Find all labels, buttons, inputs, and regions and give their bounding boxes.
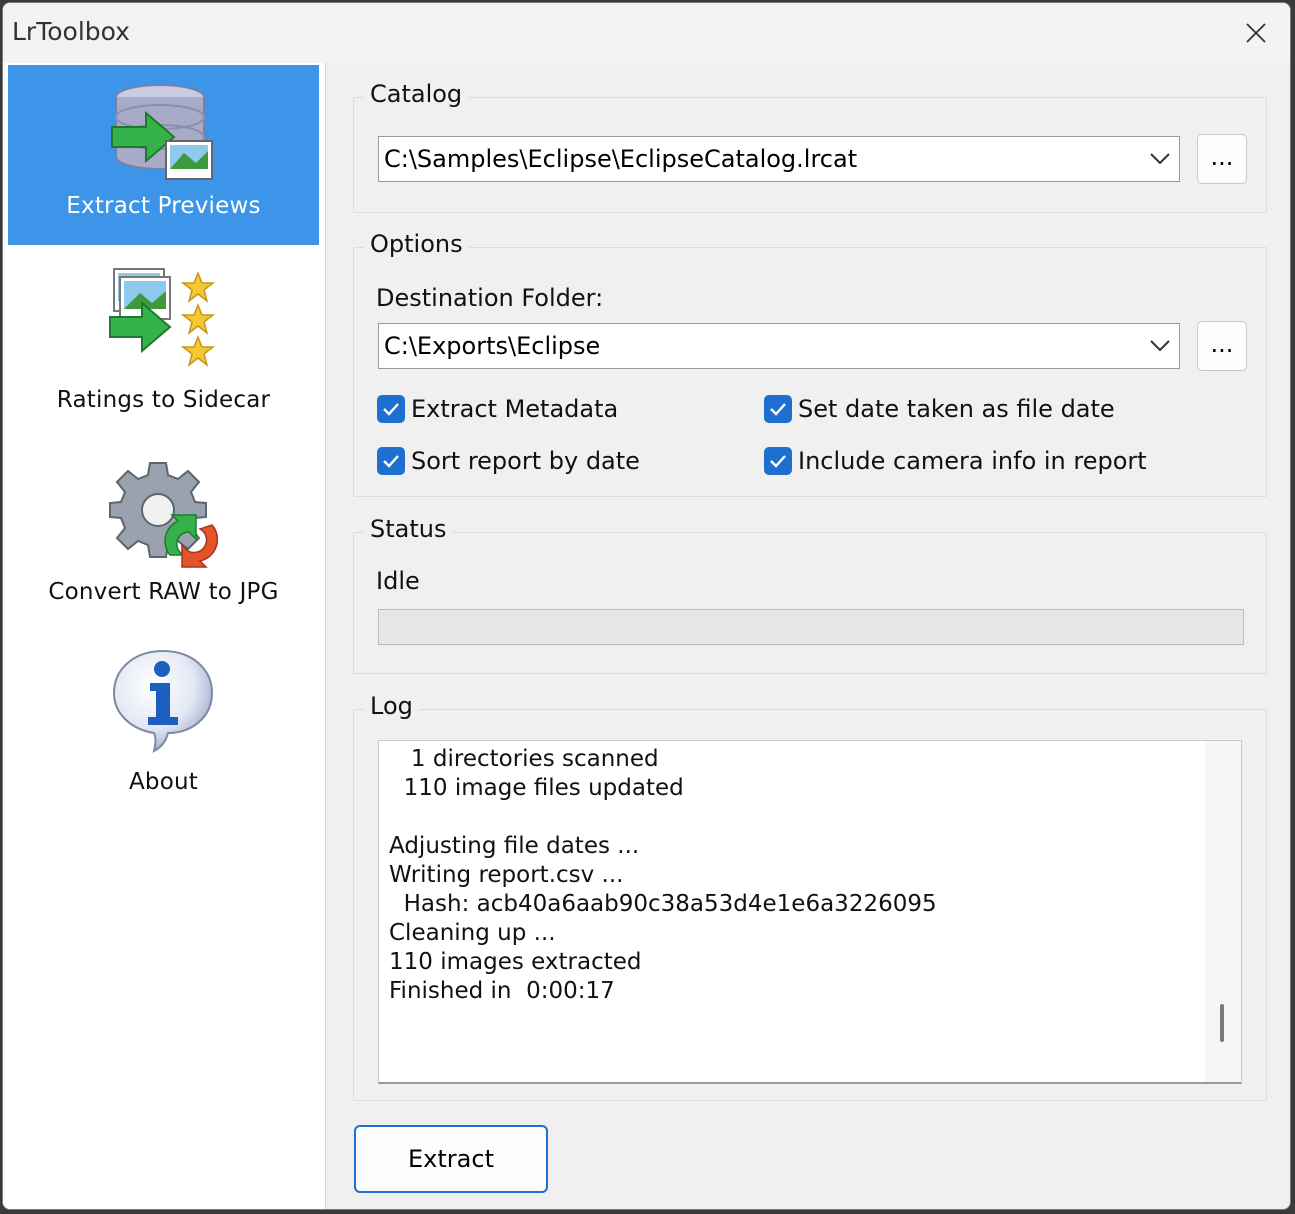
checkbox-checked-icon (377, 447, 405, 475)
destination-browse-button[interactable]: ... (1197, 321, 1247, 371)
log-line: Finished in 0:00:17 (389, 978, 615, 1004)
sidebar-item-convert-raw-to-jpg[interactable]: Convert RAW to JPG (8, 455, 319, 635)
database-extract-icon (111, 84, 213, 180)
catalog-browse-button[interactable]: ... (1197, 134, 1247, 184)
options-group: Options Destination Folder: C:\Exports\E… (353, 230, 1267, 497)
catalog-legend: Catalog (364, 80, 469, 108)
include-camera-info-checkbox[interactable]: Include camera info in report (764, 447, 1147, 475)
log-line: 110 image files updated (389, 775, 684, 801)
checkbox-checked-icon (764, 447, 792, 475)
log-group: Log 1 directories scanned 110 image file… (353, 692, 1267, 1101)
log-scrollbar-thumb[interactable] (1220, 1004, 1224, 1042)
destination-folder-value: C:\Exports\Eclipse (384, 332, 601, 360)
log-line: Cleaning up ... (389, 920, 556, 946)
info-bubble-icon (112, 649, 214, 753)
extract-metadata-checkbox[interactable]: Extract Metadata (377, 395, 618, 423)
log-textbox[interactable]: 1 directories scanned 110 image files up… (378, 740, 1242, 1084)
chevron-down-icon (1150, 340, 1170, 352)
log-line: Writing report.csv ... (389, 862, 624, 888)
catalog-path-combo[interactable]: C:\Samples\Eclipse\EclipseCatalog.lrcat (378, 136, 1180, 182)
window-title: LrToolbox (12, 17, 130, 46)
sidebar-item-label: Convert RAW to JPG (48, 579, 279, 605)
sidebar-item-label: About (128, 769, 198, 795)
log-lines: 1 directories scanned 110 image files up… (389, 745, 937, 1006)
options-legend: Options (364, 230, 469, 258)
log-line: Hash: acb40a6aab90c38a53d4e1e6a3226095 (389, 891, 937, 917)
sort-report-checkbox[interactable]: Sort report by date (377, 447, 640, 475)
log-line: Adjusting file dates ... (389, 833, 640, 859)
sidebar-item-label: Ratings to Sidecar (56, 387, 271, 413)
log-line: 110 images extracted (389, 949, 642, 975)
log-legend: Log (364, 692, 419, 720)
catalog-group: Catalog C:\Samples\Eclipse\EclipseCatalo… (353, 80, 1267, 213)
close-button[interactable] (1238, 15, 1274, 51)
status-group: Status Idle (353, 515, 1267, 674)
close-icon (1246, 23, 1266, 43)
checkbox-checked-icon (377, 395, 405, 423)
extract-button[interactable]: Extract (354, 1125, 548, 1193)
checkbox-checked-icon (764, 395, 792, 423)
log-scrollbar[interactable] (1205, 741, 1241, 1082)
status-text: Idle (376, 567, 420, 595)
destination-folder-label: Destination Folder: (376, 284, 604, 312)
gear-convert-icon (109, 462, 218, 568)
app-window: LrToolbox Extract Previews Ratings to Si… (2, 2, 1291, 1210)
catalog-path-value: C:\Samples\Eclipse\EclipseCatalog.lrcat (384, 145, 858, 173)
status-legend: Status (364, 515, 453, 543)
progress-bar (378, 609, 1244, 645)
sidebar-item-extract-previews[interactable]: Extract Previews (8, 65, 319, 245)
set-date-taken-checkbox[interactable]: Set date taken as file date (764, 395, 1115, 423)
title-bar: LrToolbox (3, 3, 1290, 63)
destination-folder-combo[interactable]: C:\Exports\Eclipse (378, 323, 1180, 369)
sidebar: Extract Previews Ratings to Sidecar Conv… (3, 63, 326, 1209)
sidebar-item-label: Extract Previews (66, 193, 261, 219)
chevron-down-icon (1150, 153, 1170, 165)
sidebar-item-ratings-to-sidecar[interactable]: Ratings to Sidecar (8, 263, 319, 443)
sidebar-item-about[interactable]: About (8, 645, 319, 825)
log-line: 1 directories scanned (389, 746, 659, 772)
ratings-stars-icon (109, 268, 216, 367)
